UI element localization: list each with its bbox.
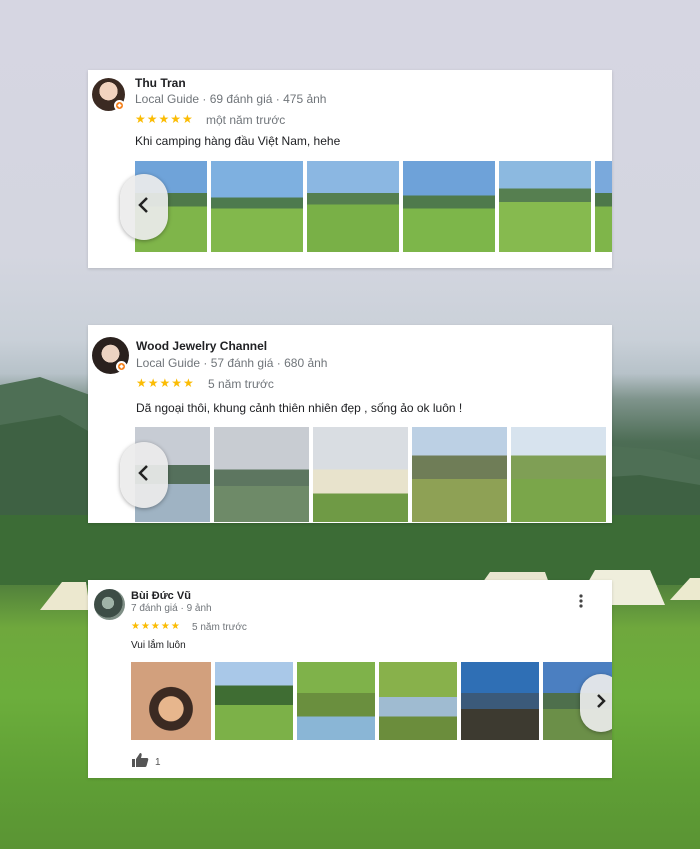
rating-stars: ★★★★★ xyxy=(135,112,194,126)
more-vert-icon[interactable] xyxy=(578,594,584,610)
review-card: Wood Jewelry Channel Local Guide · 57 đá… xyxy=(88,325,612,523)
reviewer-meta: 7 đánh giá · 9 ảnh xyxy=(131,603,212,614)
review-photo[interactable] xyxy=(214,427,309,522)
review-text: Dã ngoại thôi, khung cảnh thiên nhiên đẹ… xyxy=(136,401,463,415)
review-photo[interactable] xyxy=(511,427,606,522)
review-photo[interactable] xyxy=(307,161,399,252)
review-photo[interactable] xyxy=(379,662,457,740)
review-time: 5 năm trước xyxy=(192,622,247,633)
chevron-left-icon xyxy=(137,464,151,487)
review-text: Vui lắm luôn xyxy=(131,640,186,651)
review-photo[interactable] xyxy=(461,662,539,740)
review-card: Bùi Đức Vũ 7 đánh giá · 9 ảnh ★★★★★ 5 nă… xyxy=(88,580,612,778)
reviewer-meta: Local Guide · 69 đánh giá · 475 ảnh xyxy=(135,92,327,106)
chevron-right-icon xyxy=(595,693,607,714)
review-photo[interactable] xyxy=(131,662,211,740)
review-photo[interactable] xyxy=(499,161,591,252)
like-count: 1 xyxy=(155,757,161,768)
review-photo[interactable] xyxy=(412,427,507,522)
reviewer-meta: Local Guide · 57 đánh giá · 680 ảnh xyxy=(136,356,328,370)
chevron-left-icon xyxy=(137,196,151,219)
photo-strip xyxy=(135,161,612,252)
review-photo[interactable] xyxy=(297,662,375,740)
avatar[interactable] xyxy=(94,589,125,620)
thumb-up-icon xyxy=(131,752,149,773)
prev-photo-button[interactable] xyxy=(120,442,168,508)
local-guide-badge-icon xyxy=(114,100,125,111)
photo-strip xyxy=(135,427,606,522)
prev-photo-button[interactable] xyxy=(120,174,168,240)
photo-strip xyxy=(131,662,612,740)
review-photo[interactable] xyxy=(595,161,612,252)
reviewer-name[interactable]: Thu Tran xyxy=(135,76,186,90)
review-photo[interactable] xyxy=(215,662,293,740)
review-photo[interactable] xyxy=(403,161,495,252)
review-photo[interactable] xyxy=(313,427,408,522)
local-guide-badge-icon xyxy=(116,361,127,372)
rating-stars: ★★★★★ xyxy=(131,621,181,632)
review-text: Khi camping hàng đầu Việt Nam, hehe xyxy=(135,134,341,148)
next-photo-button[interactable] xyxy=(580,674,612,732)
review-time: một năm trước xyxy=(206,113,286,127)
like-button[interactable]: 1 xyxy=(131,752,161,773)
review-time: 5 năm trước xyxy=(208,377,274,391)
review-card: Thu Tran Local Guide · 69 đánh giá · 475… xyxy=(88,70,612,268)
rating-stars: ★★★★★ xyxy=(136,376,195,390)
reviewer-name[interactable]: Wood Jewelry Channel xyxy=(136,339,267,353)
review-photo[interactable] xyxy=(211,161,303,252)
reviewer-name[interactable]: Bùi Đức Vũ xyxy=(131,590,191,602)
